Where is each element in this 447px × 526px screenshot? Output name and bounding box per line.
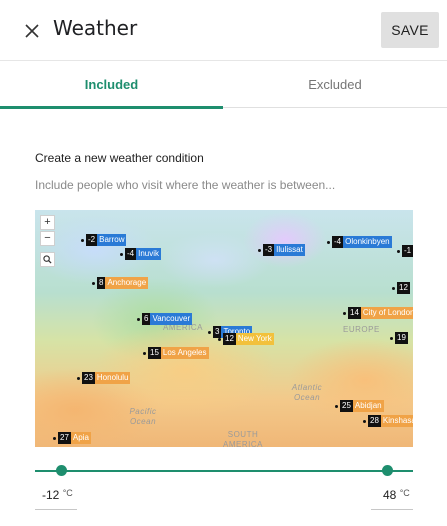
map-marker[interactable]: 25 Abidjan — [335, 400, 384, 412]
save-button[interactable]: SAVE — [381, 12, 439, 48]
tab-bar: Included Excluded — [0, 60, 447, 109]
temperature-unit: °C — [62, 488, 73, 498]
map-marker[interactable]: 27 Apia — [53, 432, 91, 444]
search-icon — [43, 255, 52, 264]
tab-included[interactable]: Included — [0, 61, 223, 108]
map-region-label: EUROPE — [343, 325, 380, 334]
map-marker[interactable]: 6 Vancouver — [137, 313, 193, 325]
close-icon — [25, 24, 39, 38]
section-subheading: Include people who visit where the weath… — [35, 178, 336, 192]
map-marker[interactable]: -1 — [397, 245, 413, 257]
temperature-unit: °C — [399, 488, 410, 498]
temperature-range-slider[interactable] — [35, 461, 413, 481]
map-marker[interactable]: 15 Los Angeles — [143, 347, 209, 359]
slider-min-handle[interactable] — [56, 465, 67, 476]
slider-track — [35, 470, 413, 472]
close-button[interactable] — [20, 19, 44, 43]
map-marker[interactable]: -2 Barrow — [81, 234, 127, 246]
page-title: Weather — [53, 16, 138, 40]
min-temperature-value: -12 — [42, 488, 60, 502]
tab-excluded[interactable]: Excluded — [223, 61, 447, 108]
zoom-in-button[interactable]: + — [40, 215, 55, 230]
map-region-label: SOUTH AMERICA — [223, 430, 263, 447]
map-marker[interactable]: 12 New York — [218, 333, 274, 345]
active-tab-indicator — [0, 106, 223, 109]
map-region-label: Pacific Ocean — [129, 407, 157, 426]
map-marker[interactable]: -4 Olonkinbyen — [327, 236, 392, 248]
map-marker[interactable]: -3 Ilulissat — [258, 244, 305, 256]
slider-max-handle[interactable] — [382, 465, 393, 476]
max-temperature-value: 48 — [383, 488, 397, 502]
dialog-header: Weather SAVE — [0, 0, 447, 60]
map-search-button[interactable] — [40, 252, 55, 267]
section-heading: Create a new weather condition — [35, 151, 204, 165]
map-marker[interactable]: 23 Honolulu — [77, 372, 131, 384]
max-temperature-field[interactable]: 48 °C — [371, 488, 413, 510]
map-marker[interactable]: -4 Inuvik — [120, 248, 162, 260]
map-marker[interactable]: 8 Anchorage — [92, 277, 149, 289]
weather-map[interactable]: + − AMERICA EUROPE Atlantic Ocean Pacifi… — [35, 210, 413, 447]
map-marker[interactable]: 14 City of London — [343, 307, 413, 319]
zoom-out-button[interactable]: − — [40, 231, 55, 246]
map-region-label: Atlantic Ocean — [291, 383, 323, 402]
map-marker[interactable]: 12 — [392, 282, 410, 294]
map-marker[interactable]: 19 — [390, 332, 408, 344]
min-temperature-field[interactable]: -12 °C — [35, 488, 77, 510]
map-marker[interactable]: 28 Kinshasa — [363, 415, 413, 427]
